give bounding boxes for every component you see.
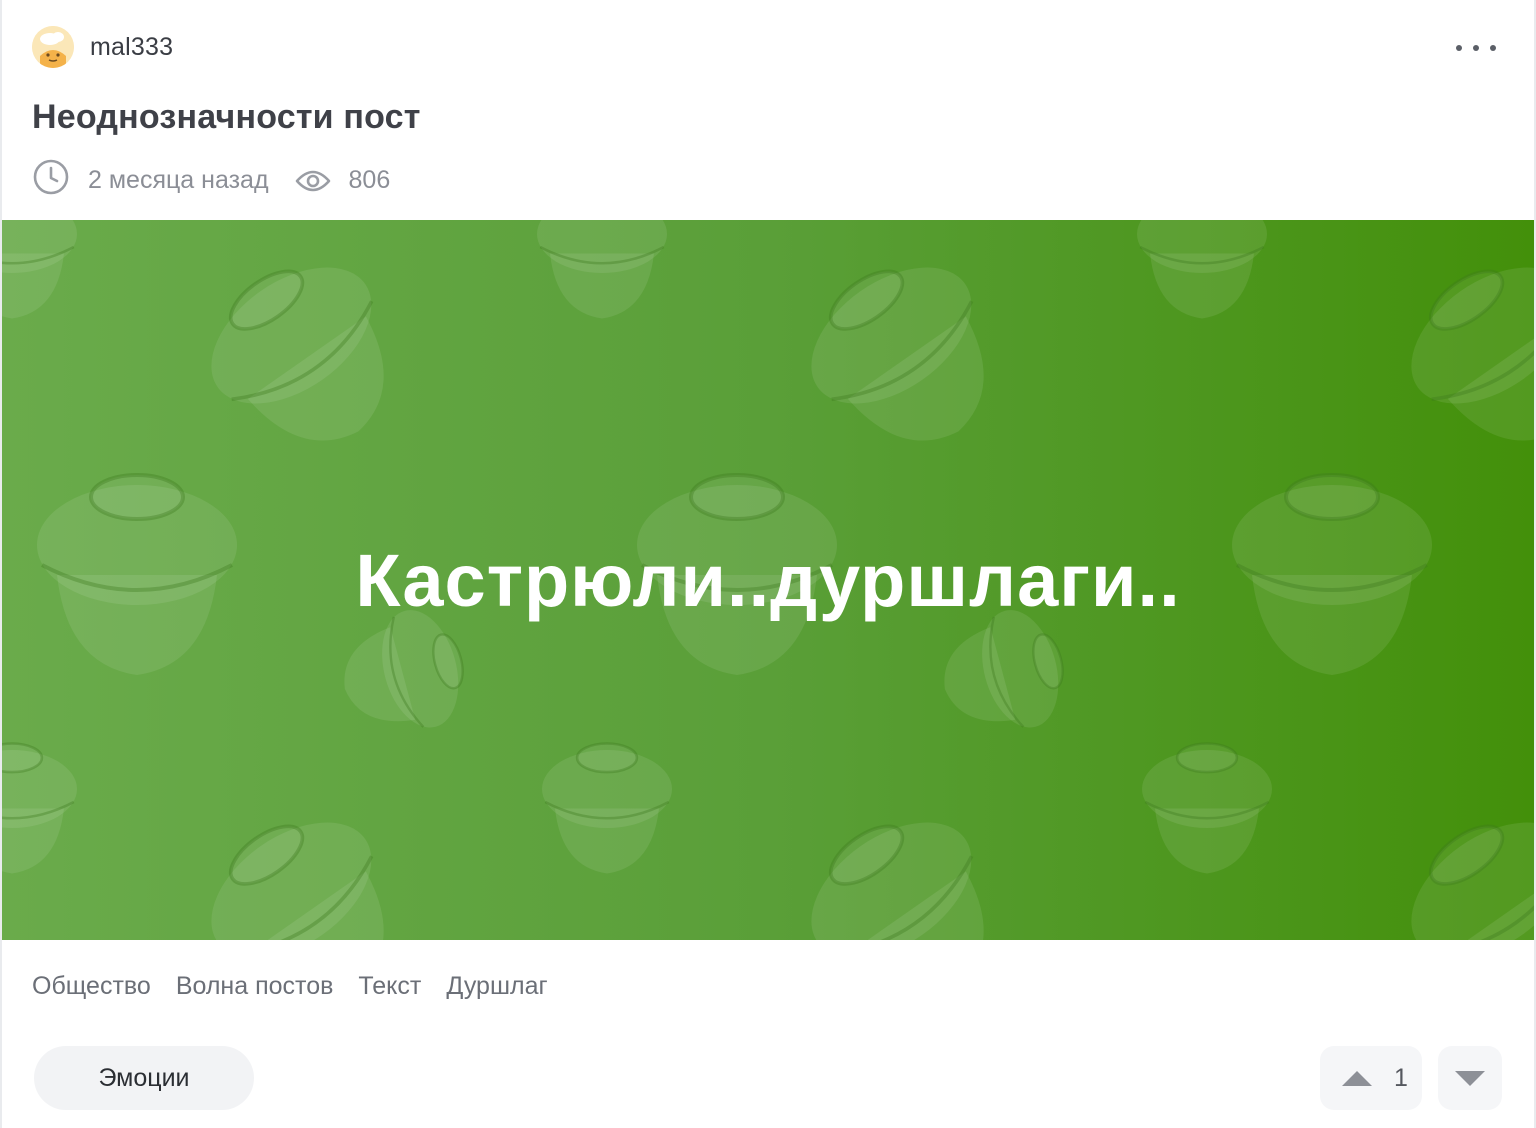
author-link[interactable]: mal333 (32, 26, 173, 68)
downvote-button[interactable] (1438, 1046, 1502, 1110)
more-dots-icon[interactable] (1456, 34, 1496, 62)
tag-obshchestvo[interactable]: Общество (32, 972, 151, 1001)
post-time: 2 месяца назад (88, 166, 269, 194)
more-dot (1473, 45, 1479, 51)
triangle-up-icon (1342, 1070, 1372, 1086)
chef-avatar-icon[interactable] (32, 26, 74, 68)
tag-volna-postov[interactable]: Волна постов (176, 972, 334, 1001)
upvote-button[interactable]: 1 (1320, 1046, 1422, 1110)
emotions-button[interactable]: Эмоции (34, 1046, 254, 1110)
tag-durshlag[interactable]: Дуршлаг (446, 972, 547, 1001)
post-title[interactable]: Неоднозначности пост (32, 98, 421, 137)
more-dot (1490, 45, 1496, 51)
clock-icon (32, 158, 70, 203)
post-meta: 2 месяца назад 806 (32, 158, 390, 203)
post-card: mal333 Неоднозначности пост 2 месяца наз… (0, 0, 1536, 1128)
more-dot (1456, 45, 1462, 51)
tag-tekst[interactable]: Текст (358, 972, 421, 1001)
vote-count: 1 (1394, 1063, 1408, 1092)
eye-icon (295, 167, 331, 195)
triangle-down-icon (1455, 1070, 1485, 1086)
banner-text: Кастрюли..дуршлаги.. (355, 539, 1181, 622)
views-count: 806 (348, 166, 391, 194)
tag-list: Общество Волна постов Текст Дуршлаг (32, 972, 548, 1001)
post-banner-image[interactable]: Кастрюли..дуршлаги.. (2, 220, 1534, 940)
author-name[interactable]: mal333 (90, 33, 173, 62)
